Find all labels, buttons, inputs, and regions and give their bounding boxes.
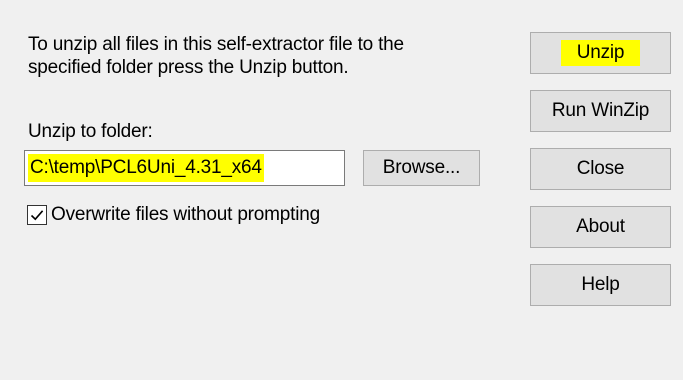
- browse-button[interactable]: Browse...: [363, 150, 480, 186]
- unzip-button-label: Unzip: [560, 40, 641, 66]
- unzip-button[interactable]: Unzip: [530, 32, 671, 74]
- unzip-folder-input[interactable]: C:\temp\PCL6Uni_4.31_x64: [24, 150, 345, 186]
- unzip-folder-label: Unzip to folder:: [28, 121, 153, 142]
- help-button[interactable]: Help: [530, 264, 671, 306]
- unzip-folder-value: C:\temp\PCL6Uni_4.31_x64: [28, 154, 264, 182]
- close-button[interactable]: Close: [530, 148, 671, 190]
- instructions-text: To unzip all files in this self-extracto…: [28, 34, 404, 78]
- overwrite-label: Overwrite files without prompting: [51, 204, 321, 225]
- checkmark-icon: [30, 210, 44, 221]
- run-winzip-button[interactable]: Run WinZip: [530, 90, 671, 132]
- about-button[interactable]: About: [530, 206, 671, 248]
- overwrite-checkbox[interactable]: [27, 205, 47, 225]
- overwrite-option[interactable]: Overwrite files without prompting: [27, 204, 320, 226]
